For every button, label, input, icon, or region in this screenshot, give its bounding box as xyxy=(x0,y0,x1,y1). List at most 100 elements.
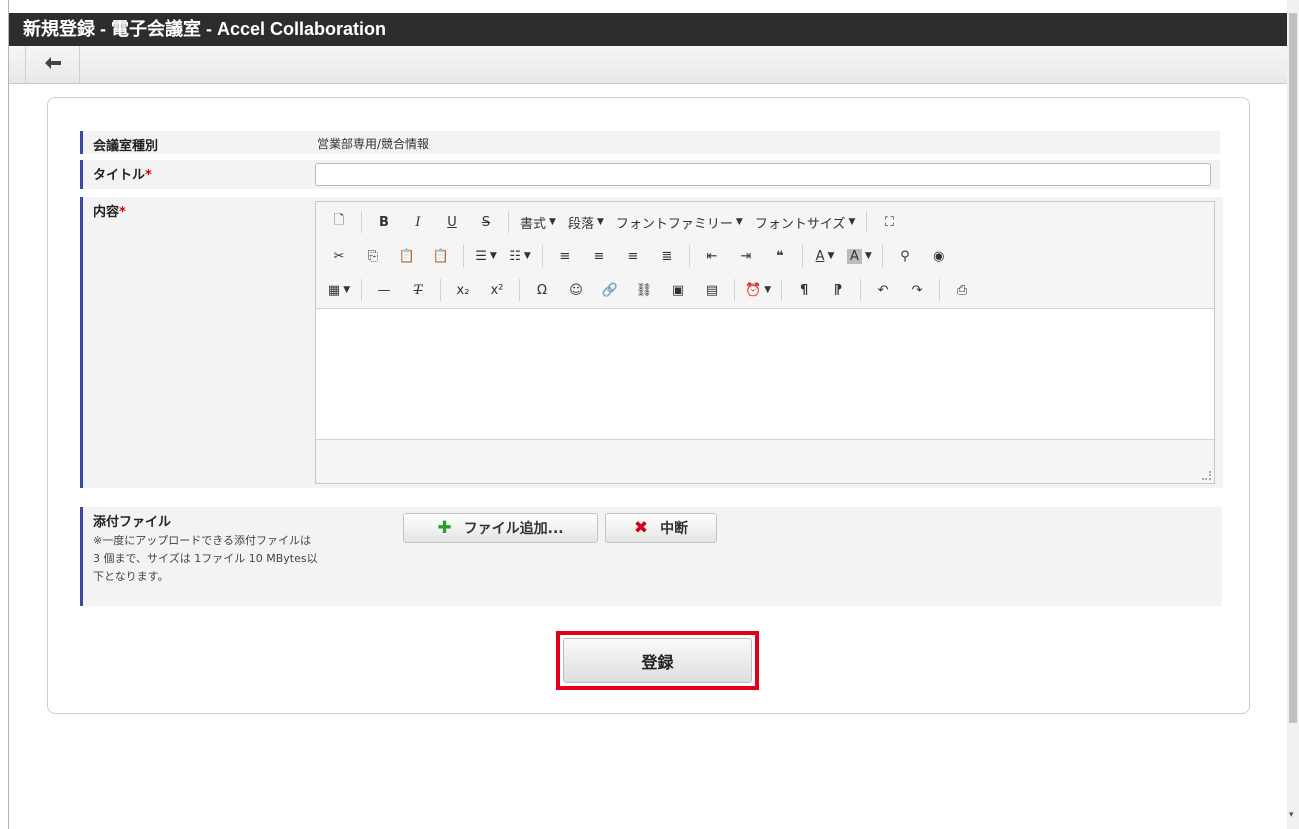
caret-down-icon: ▼ xyxy=(864,251,872,261)
ltr-icon[interactable]: ¶ xyxy=(787,278,821,302)
font-family-dropdown[interactable]: フォントファミリー ▼ xyxy=(610,210,749,234)
numbered-list-icon[interactable]: ☷ ▼ xyxy=(503,244,537,268)
new-document-icon[interactable]: 🗋 xyxy=(322,210,356,234)
title-label: タイトル xyxy=(93,168,146,183)
fullscreen-icon[interactable]: ⛶ xyxy=(872,210,906,234)
editor-toolbar-row: ✂ ⎘ 📋 📋 ☰ ▼ ☷ ▼ ≡ ≡ ≡ ≣ ⇤ ⇥ ❝ A ▼ A ▼ ⚲ ◉ xyxy=(322,242,956,270)
unlink-icon[interactable]: ⛓ xyxy=(627,278,661,302)
cancel-upload-label: 中断 xyxy=(660,521,689,537)
undo-icon-glyph: ↶ xyxy=(877,282,889,298)
underline-icon[interactable]: U xyxy=(435,210,469,234)
font-size-dropdown-label: フォントサイズ xyxy=(754,216,846,232)
special-character-icon[interactable]: Ω xyxy=(525,278,559,302)
vertical-scrollbar[interactable]: ▾ xyxy=(1287,0,1299,829)
format-dropdown-label: 書式 xyxy=(520,216,547,232)
rich-text-editor: 🗋 B I U S 書式 ▼ 段落 ▼ フォントファミリー ▼ フォントサイズ ▼ ⛶ ✂ ⎘ 📋 📋 ☰ ▼ ☷ ▼ ≡… xyxy=(315,201,1215,484)
media-icon[interactable]: ▤ xyxy=(695,278,729,302)
highlight-box: 登録 xyxy=(556,631,759,690)
editor-toolbar-row: 🗋 B I U S 書式 ▼ 段落 ▼ フォントファミリー ▼ フォントサイズ ▼ ⛶ xyxy=(322,208,906,236)
resize-handle-icon[interactable] xyxy=(1202,471,1211,480)
print-icon[interactable]: ⎙ xyxy=(945,278,979,302)
plus-icon: ✚ xyxy=(437,518,452,538)
toolbar-separator xyxy=(939,279,941,301)
add-file-button[interactable]: ✚ ファイル追加... xyxy=(403,513,598,543)
subscript-icon-glyph: x₂ xyxy=(456,282,470,298)
attachment-note-line: ※一度にアップロードできる添付ファイルは xyxy=(93,534,311,547)
undo-icon[interactable]: ↶ xyxy=(866,278,900,302)
toolbar-separator xyxy=(361,279,362,301)
paste-icon-glyph: 📋 xyxy=(398,248,416,264)
media-icon-glyph: ▤ xyxy=(705,282,719,298)
link-icon[interactable]: 🔗 xyxy=(593,278,627,302)
italic-icon[interactable]: I xyxy=(401,210,435,234)
paragraph-dropdown[interactable]: 段落 ▼ xyxy=(562,210,610,234)
font-family-dropdown-label: フォントファミリー xyxy=(615,216,733,232)
print-icon-glyph: ⎙ xyxy=(956,282,968,298)
clear-formatting-icon[interactable]: T xyxy=(401,278,435,302)
caret-down-icon: ▼ xyxy=(735,217,743,227)
align-justify-icon[interactable]: ≣ xyxy=(650,244,684,268)
image-icon[interactable]: ▣ xyxy=(661,278,695,302)
room-type-value-cell: 営業部専用/競合情報 xyxy=(311,131,1220,154)
scrollbar-thumb[interactable] xyxy=(1289,13,1297,723)
redo-icon[interactable]: ↷ xyxy=(900,278,934,302)
scroll-down-arrow-icon[interactable]: ▾ xyxy=(1289,810,1294,820)
strikethrough-icon[interactable]: S xyxy=(469,210,503,234)
caret-down-icon: ▼ xyxy=(343,285,351,295)
title-input[interactable] xyxy=(315,163,1211,186)
align-left-icon[interactable]: ≡ xyxy=(548,244,582,268)
required-mark: * xyxy=(145,168,152,183)
attachment-label: 添付ファイル xyxy=(93,515,172,530)
emoticon-icon-glyph: ☺ xyxy=(569,282,583,298)
toolbar-separator xyxy=(689,245,690,267)
redo-icon-glyph: ↷ xyxy=(911,282,923,298)
copy-icon[interactable]: ⎘ xyxy=(356,244,390,268)
back-button[interactable] xyxy=(25,46,80,83)
outdent-icon[interactable]: ⇤ xyxy=(695,244,729,268)
caret-down-icon: ▼ xyxy=(827,251,835,261)
format-dropdown[interactable]: 書式 ▼ xyxy=(514,210,562,234)
required-mark: * xyxy=(119,205,126,220)
editor-toolbar-row: ▦ ▼ — Tx₂ x² Ω ☺ 🔗 ⛓ ▣ ▤ ⏰ ▼ ¶ ¶ ↶ ↷ ⎙ xyxy=(322,276,979,304)
insert-datetime-icon[interactable]: ⏰ ▼ xyxy=(740,278,776,302)
paragraph-dropdown-label: 段落 xyxy=(567,216,594,232)
indent-icon[interactable]: ⇥ xyxy=(729,244,763,268)
background-color-icon[interactable]: A ▼ xyxy=(842,244,877,268)
caret-down-icon: ▼ xyxy=(764,285,772,295)
horizontal-rule-icon[interactable]: — xyxy=(367,278,401,302)
image-icon-glyph: ▣ xyxy=(671,282,685,298)
toolbar-separator xyxy=(881,245,883,267)
table-icon[interactable]: ▦ ▼ xyxy=(322,278,356,302)
blockquote-icon[interactable]: ❝ xyxy=(763,244,797,268)
cut-icon[interactable]: ✂ xyxy=(322,244,356,268)
bullet-list-icon[interactable]: ☰ ▼ xyxy=(469,244,503,268)
title-label-cell: タイトル* xyxy=(80,160,311,189)
caret-down-icon: ▼ xyxy=(596,217,604,227)
attachment-note-line: 3 個まで、サイズは 1ファイル 10 MBytes以 xyxy=(93,552,318,565)
top-toolbar xyxy=(9,46,1287,84)
preview-icon[interactable]: ◉ xyxy=(922,244,956,268)
align-center-icon[interactable]: ≡ xyxy=(582,244,616,268)
rtl-icon[interactable]: ¶ xyxy=(821,278,855,302)
toolbar-separator xyxy=(542,245,543,267)
paste-text-icon[interactable]: 📋 xyxy=(424,244,458,268)
editor-content-area[interactable] xyxy=(316,308,1214,440)
toolbar-separator xyxy=(361,211,362,233)
font-size-dropdown[interactable]: フォントサイズ ▼ xyxy=(749,210,862,234)
cancel-upload-button[interactable]: ✖ 中断 xyxy=(605,513,717,543)
align-right-icon[interactable]: ≡ xyxy=(616,244,650,268)
ltr-icon-glyph: ¶ xyxy=(799,282,809,298)
toolbar-separator xyxy=(463,245,464,267)
find-replace-icon[interactable]: ⚲ xyxy=(888,244,922,268)
submit-button[interactable]: 登録 xyxy=(563,638,752,683)
paste-icon[interactable]: 📋 xyxy=(390,244,424,268)
emoticon-icon[interactable]: ☺ xyxy=(559,278,593,302)
content-label: 内容 xyxy=(93,205,120,220)
horizontal-rule-icon-glyph: — xyxy=(377,282,391,298)
text-color-icon-glyph: A xyxy=(815,248,825,264)
bold-icon[interactable]: B xyxy=(367,210,401,234)
subscript-icon[interactable]: x₂ xyxy=(446,278,480,302)
text-color-icon[interactable]: A ▼ xyxy=(808,244,842,268)
align-justify-icon-glyph: ≣ xyxy=(661,248,673,264)
superscript-icon[interactable]: x² xyxy=(480,278,514,302)
